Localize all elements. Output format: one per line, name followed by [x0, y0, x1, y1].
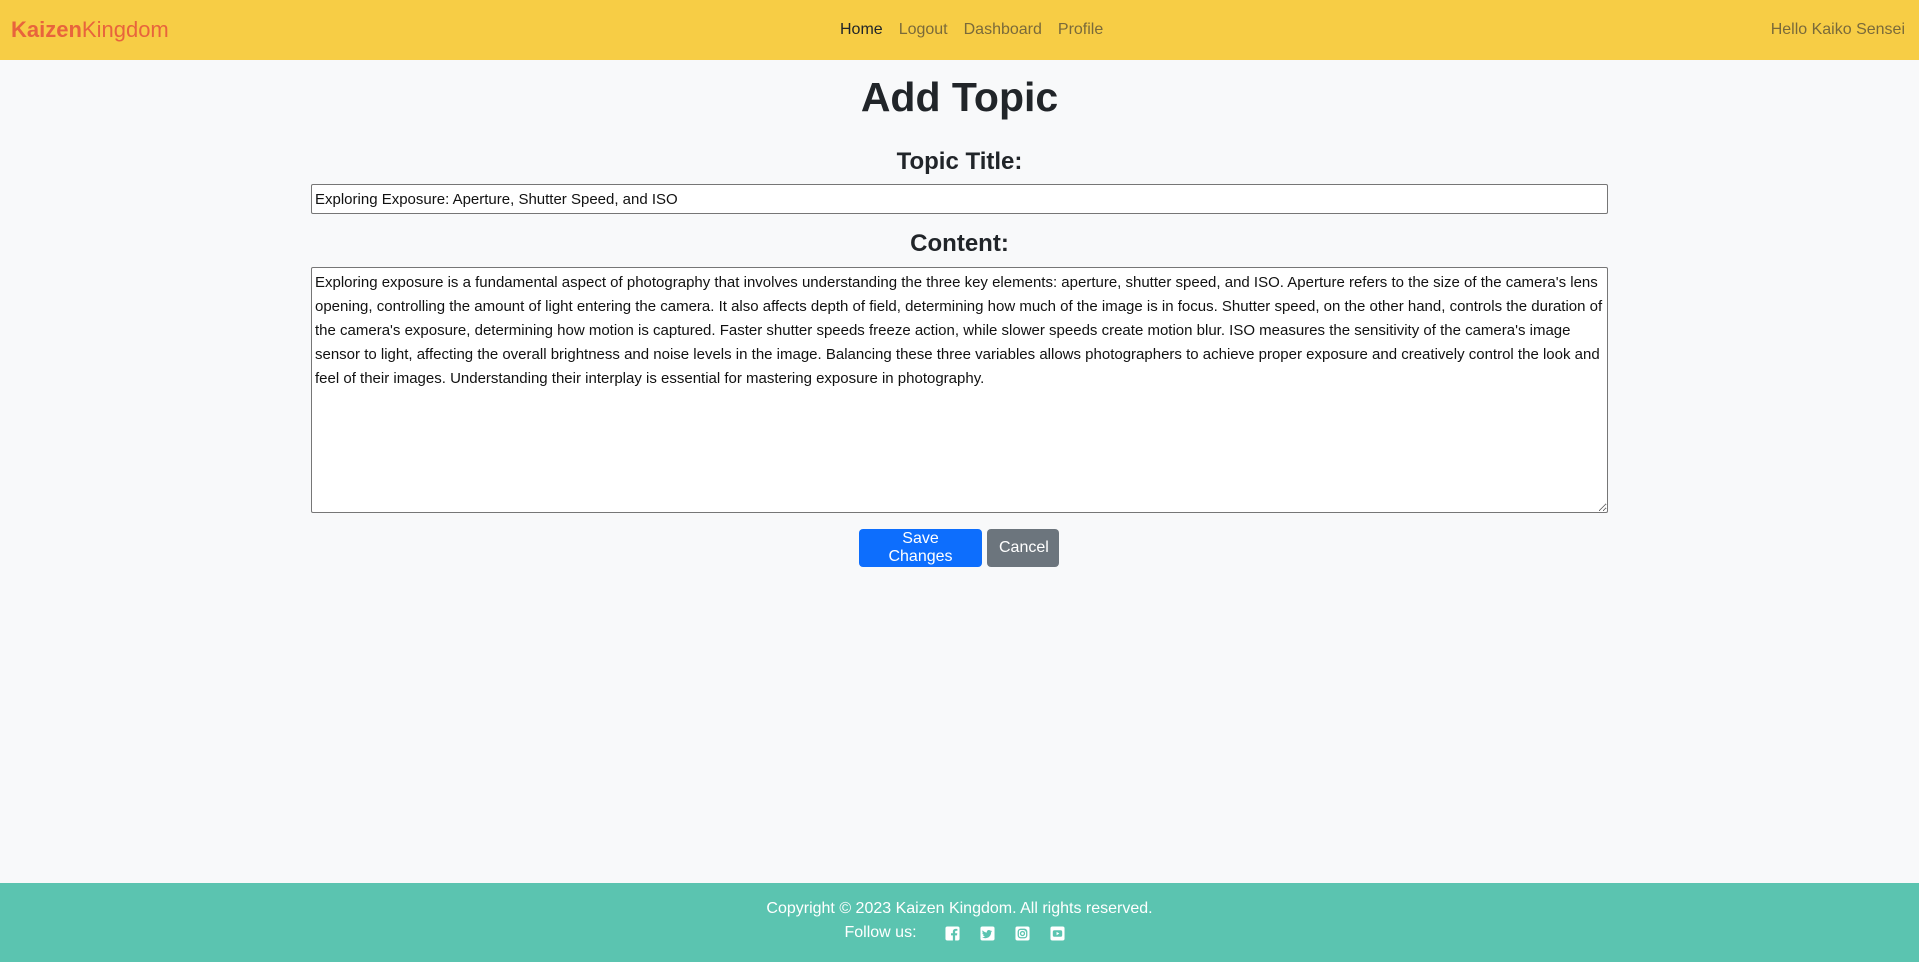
content-label: Content: — [910, 230, 1009, 257]
brand-logo[interactable]: Kaizen Kingdom — [11, 0, 169, 60]
topic-title-label: Topic Title: — [896, 148, 1023, 175]
nav-links: Home Logout Dashboard Profile — [840, 0, 1103, 60]
facebook-icon[interactable] — [944, 925, 960, 941]
navbar: Kaizen Kingdom Home Logout Dashboard Prof… — [0, 0, 1919, 60]
follow-us: Follow us: — [0, 924, 1919, 942]
page-title: Add Topic — [860, 74, 1059, 120]
nav-link-profile[interactable]: Profile — [1058, 21, 1103, 39]
brand-name-part2: Kingdom — [81, 17, 169, 42]
topic-title-input[interactable] — [311, 184, 1608, 214]
user-greeting: Hello Kaiko Sensei — [1770, 21, 1905, 38]
youtube-icon[interactable] — [1049, 925, 1065, 941]
nav-link-logout[interactable]: Logout — [899, 21, 948, 39]
footer: Copyright © 2023 Kaizen Kingdom. All rig… — [0, 883, 1919, 962]
follow-us-label: Follow us: — [844, 924, 917, 941]
twitter-icon[interactable] — [979, 925, 995, 941]
save-changes-button[interactable]: Save Changes — [859, 529, 982, 567]
instagram-icon[interactable] — [1014, 925, 1030, 941]
nav-link-home[interactable]: Home — [840, 21, 883, 39]
nav-link-dashboard[interactable]: Dashboard — [964, 21, 1042, 39]
brand-name-part1: Kaizen — [11, 17, 82, 42]
cancel-button[interactable]: Cancel — [987, 529, 1059, 567]
content-textarea[interactable]: Exploring exposure is a fundamental aspe… — [311, 267, 1608, 513]
copyright-text: Copyright © 2023 Kaizen Kingdom. All rig… — [766, 900, 1153, 917]
